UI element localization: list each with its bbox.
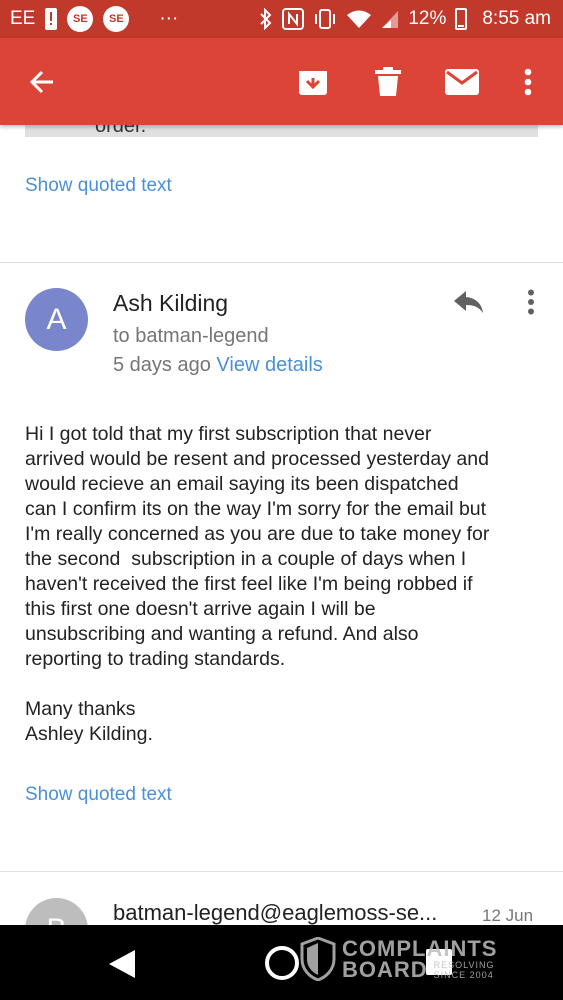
back-arrow-icon (29, 70, 53, 94)
message-paragraph: Hi I got told that my first subscription… (25, 423, 490, 670)
nav-back-icon (109, 950, 135, 978)
complaints-board-watermark: COMPLAINTS BOARD RESOLVING SINCE 2004 (300, 937, 497, 981)
watermark-line1: COMPLAINTS (342, 936, 498, 961)
system-nav-bar: COMPLAINTS BOARD RESOLVING SINCE 2004 (0, 925, 563, 1000)
sender-name: Ash Kilding (113, 290, 229, 316)
watermark-tag2: SINCE 2004 (433, 969, 494, 980)
message-date-line: 5 days ago View details (113, 354, 323, 377)
reply-icon (454, 291, 483, 313)
archive-icon (299, 71, 327, 95)
alert-notification-icon (45, 8, 58, 30)
message-divider (0, 262, 563, 263)
message-overflow-button[interactable] (519, 285, 543, 319)
delete-button[interactable] (366, 60, 410, 104)
app-toolbar (0, 38, 563, 125)
conversation-view[interactable]: order. Show quoted text A Ash Kilding to… (0, 125, 563, 925)
reply-button[interactable] (452, 285, 486, 319)
mark-unread-button[interactable] (440, 60, 484, 104)
message-time: 5 days ago (113, 354, 211, 376)
more-vert-icon (528, 289, 534, 315)
show-quoted-text-link[interactable]: Show quoted text (25, 175, 172, 197)
view-details-link[interactable]: View details (216, 354, 322, 376)
previous-message-tail: order. (95, 125, 147, 137)
next-message-date: 12 Jun (482, 906, 534, 925)
mail-icon (445, 69, 479, 95)
clock: 8:55 am (482, 8, 551, 29)
battery-percent: 12% (408, 8, 447, 29)
shield-logo-icon (300, 937, 336, 981)
battery-icon (455, 8, 468, 30)
show-quoted-text-link[interactable]: Show quoted text (25, 784, 172, 806)
vibrate-icon (313, 8, 337, 30)
message-body: Hi I got told that my first subscription… (25, 422, 545, 747)
nfc-icon (282, 8, 305, 30)
sender-avatar[interactable]: A (25, 288, 88, 351)
app-notification-icon: SE (67, 6, 94, 32)
status-bar: EE SE SE ··· 12% 8:55 am (0, 0, 563, 38)
next-sender-address[interactable]: batman-legend@eaglemoss-se... (113, 900, 437, 925)
back-button[interactable] (20, 60, 64, 104)
nav-home-button[interactable] (264, 945, 300, 986)
recipient-line: to batman-legend (113, 325, 269, 347)
message-signoff: Many thanks Ashley Kilding. (25, 698, 153, 745)
archive-button[interactable] (291, 60, 335, 104)
more-notifications-icon: ··· (159, 8, 179, 29)
watermark-tag1: RESOLVING (433, 959, 495, 970)
nav-home-icon (265, 946, 299, 980)
battery-level (458, 25, 465, 27)
carrier-label: EE (10, 8, 36, 29)
signal-icon (381, 9, 399, 29)
nav-back-button[interactable] (108, 949, 136, 984)
bluetooth-icon (259, 8, 273, 30)
trash-icon (375, 67, 401, 96)
message-divider (0, 871, 563, 872)
overflow-menu-button[interactable] (506, 60, 550, 104)
watermark-line2: BOARD (342, 957, 428, 982)
more-vert-icon (524, 68, 532, 96)
sender-avatar[interactable]: B (25, 898, 88, 925)
wifi-icon (346, 9, 372, 29)
app-notification-icon: SE (103, 6, 130, 32)
